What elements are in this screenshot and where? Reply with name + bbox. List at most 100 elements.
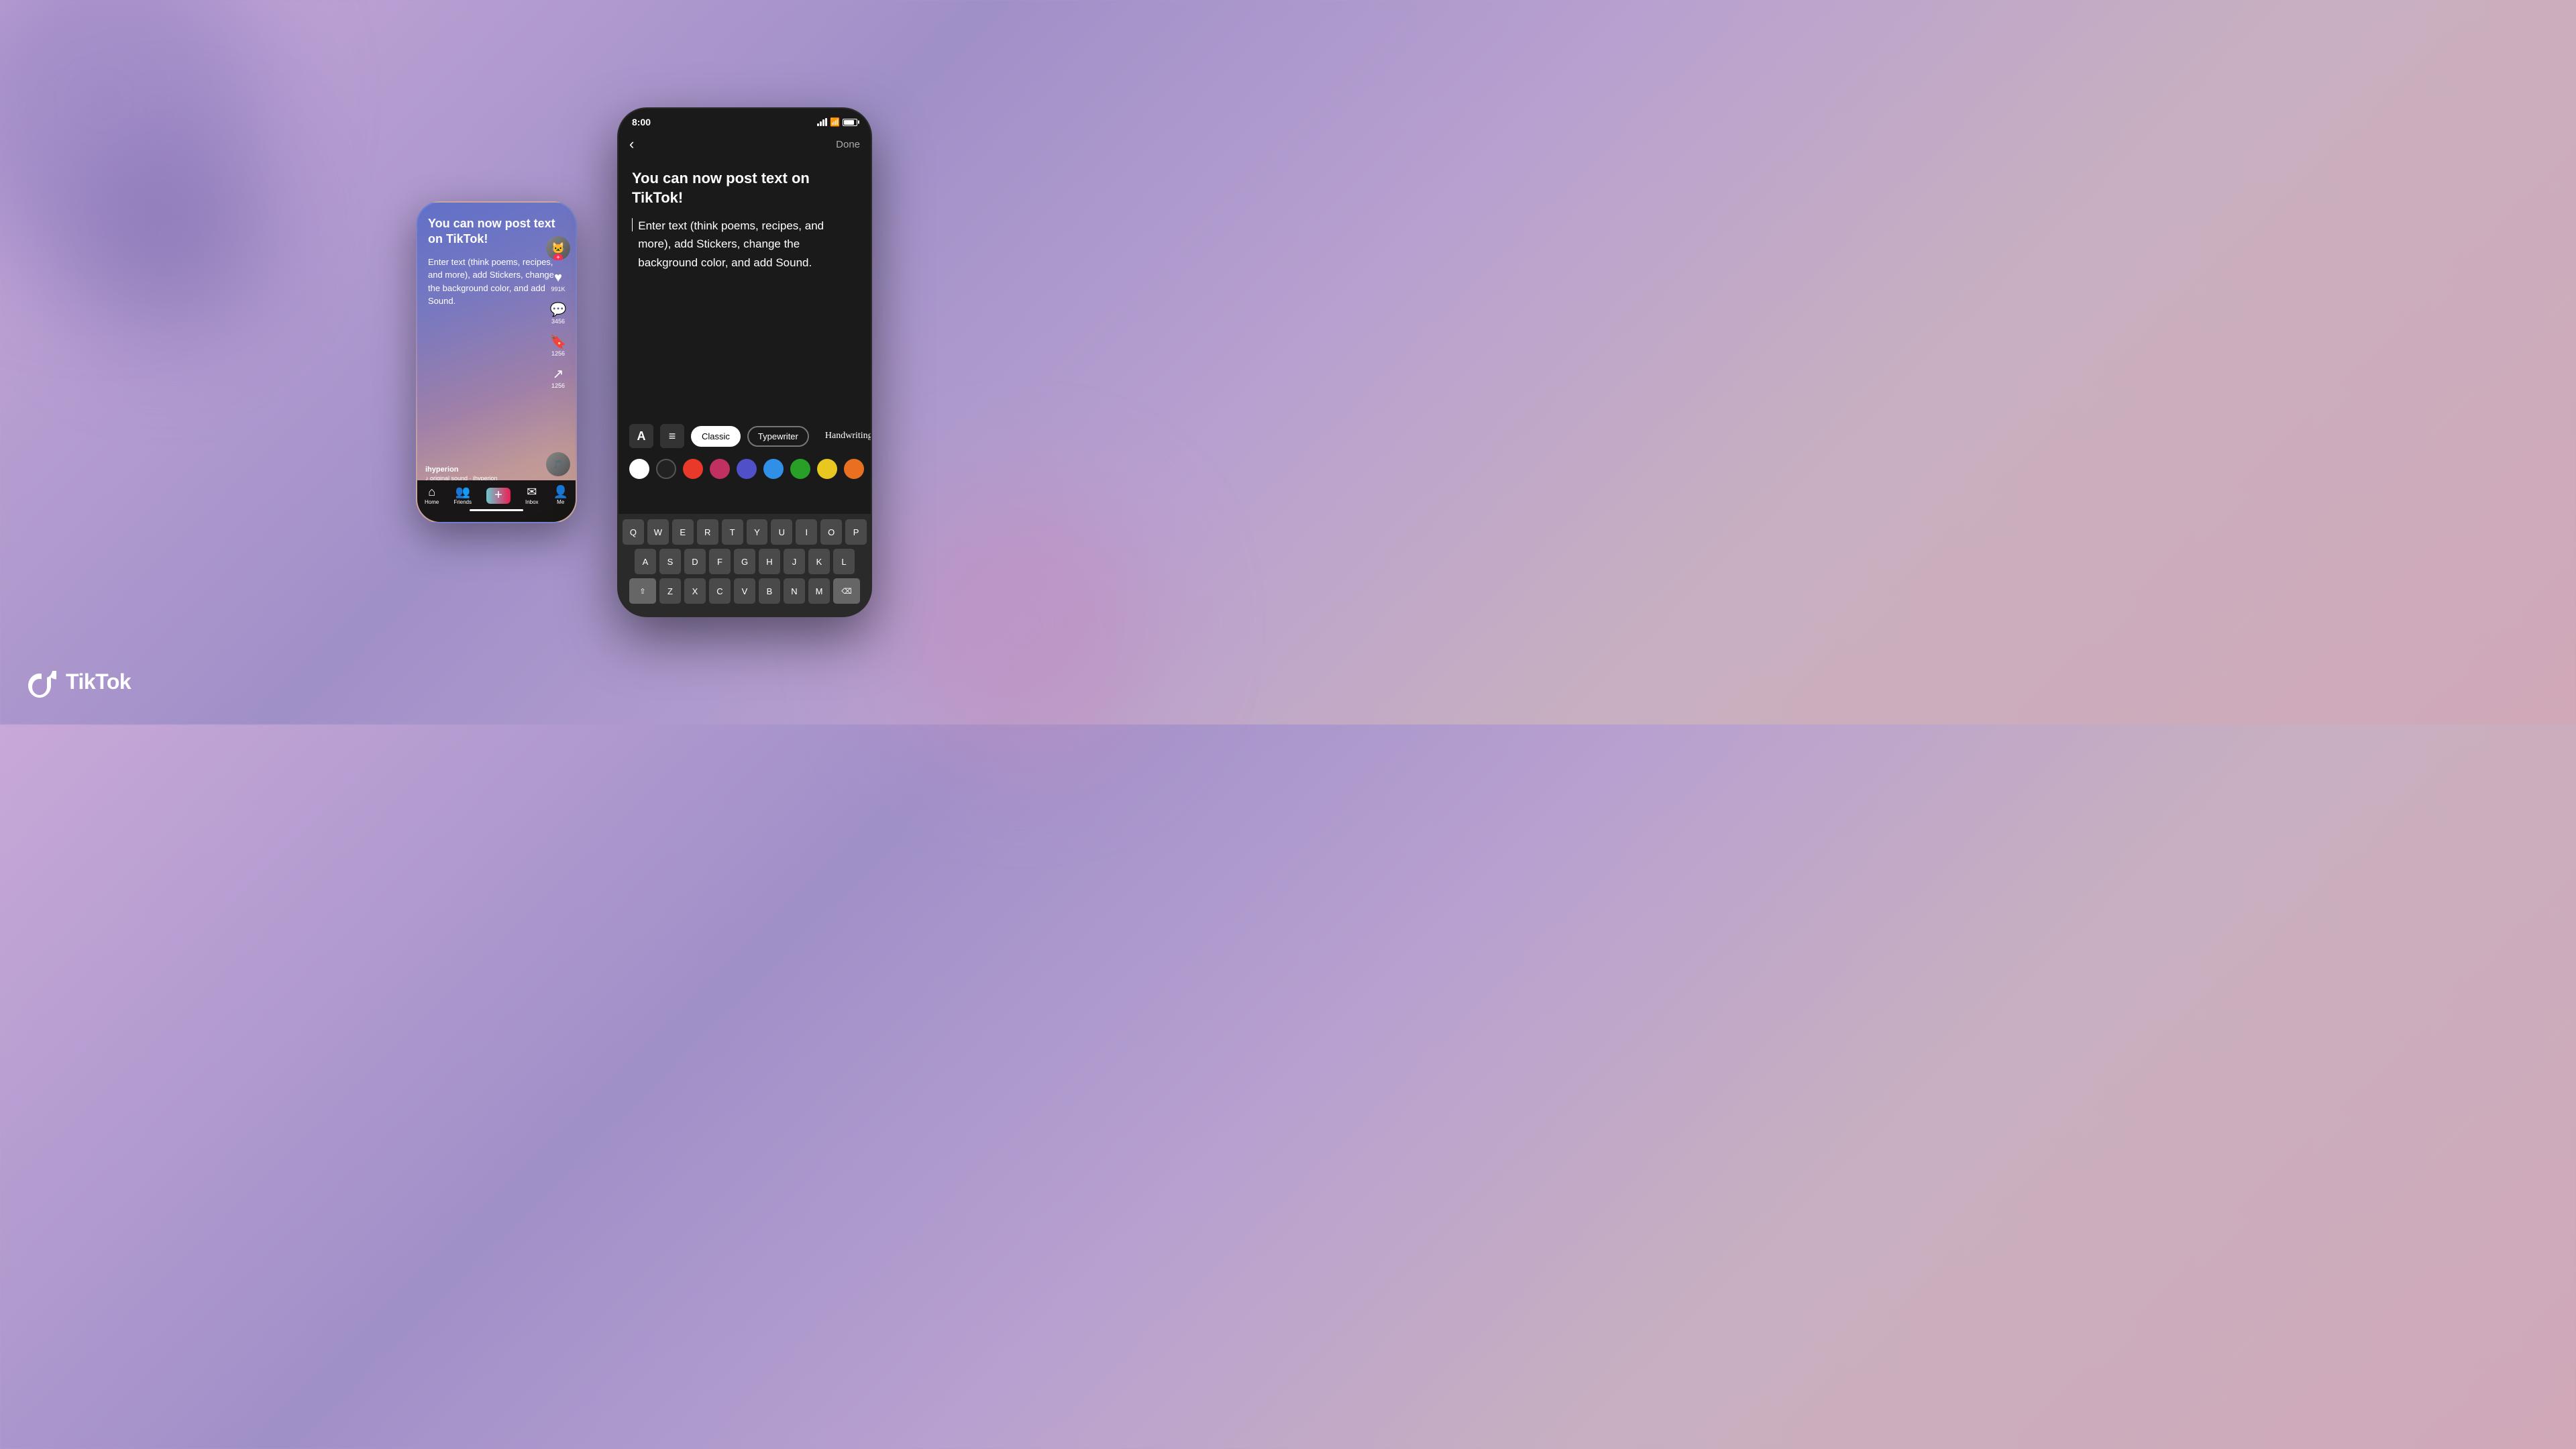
scene: You can now post text on TikTok! Enter t…: [416, 107, 872, 617]
key-h[interactable]: H: [759, 549, 780, 574]
key-m[interactable]: M: [808, 578, 830, 604]
nav-me[interactable]: 👤 Me: [553, 486, 568, 505]
signal-bar-2: [820, 121, 822, 126]
cursor-line: Enter text (think poems, recipes, and mo…: [632, 217, 857, 272]
key-b[interactable]: B: [759, 578, 780, 604]
signal-bar-3: [822, 119, 824, 126]
font-handwriting-label: Handwriting: [825, 431, 871, 441]
content-title: You can now post text on TikTok!: [632, 169, 857, 207]
color-pink[interactable]: [710, 459, 730, 479]
key-n[interactable]: N: [784, 578, 805, 604]
me-icon: 👤: [553, 486, 568, 498]
nav-home[interactable]: ⌂ Home: [425, 486, 439, 505]
font-a-icon: A: [637, 429, 646, 443]
signal-bar-4: [825, 118, 827, 126]
key-w[interactable]: W: [647, 519, 669, 545]
key-l[interactable]: L: [833, 549, 855, 574]
status-bar: 8:00 📶: [619, 109, 871, 133]
tiktok-logo-text: TikTok: [66, 669, 131, 694]
keyboard-row-3: ⇧ Z X C V B N M ⌫: [623, 578, 867, 604]
battery-fill: [844, 120, 854, 125]
heart-icon: ♥: [554, 271, 562, 284]
keyboard-row-1: Q W E R T Y U I O P: [623, 519, 867, 545]
key-i[interactable]: I: [796, 519, 817, 545]
color-orange[interactable]: [844, 459, 864, 479]
color-yellow[interactable]: [817, 459, 837, 479]
plus-icon: +: [494, 488, 502, 503]
create-button[interactable]: +: [486, 488, 511, 504]
done-button[interactable]: Done: [836, 139, 860, 150]
nav-friends[interactable]: 👥 Friends: [453, 486, 472, 505]
text-cursor: [632, 218, 633, 231]
sound-avatar: 🎵: [546, 452, 570, 476]
font-classic-label: Classic: [702, 431, 730, 441]
signal-icon: [817, 118, 827, 126]
share-button[interactable]: ↗ 1256: [551, 368, 565, 389]
phone-right: 8:00 📶 ‹ Done You can now post text: [617, 107, 872, 617]
key-u[interactable]: U: [771, 519, 792, 545]
key-s[interactable]: S: [659, 549, 681, 574]
phone-bottom-nav: ⌂ Home 👥 Friends + ✉ Inbox 👤 Me: [417, 480, 576, 522]
key-z[interactable]: Z: [659, 578, 681, 604]
key-j[interactable]: J: [784, 549, 805, 574]
content-body: Enter text (think poems, recipes, and mo…: [638, 217, 857, 272]
bottom-nav: ⌂ Home 👥 Friends + ✉ Inbox 👤 Me: [417, 486, 576, 505]
key-x[interactable]: X: [684, 578, 706, 604]
keyboard: Q W E R T Y U I O P A S D F G H J K L: [619, 514, 871, 616]
key-d[interactable]: D: [684, 549, 706, 574]
tiktok-logo-icon: [27, 665, 59, 698]
align-button[interactable]: ≡: [660, 424, 684, 448]
font-typewriter-label: Typewriter: [758, 431, 798, 441]
key-shift[interactable]: ⇧: [629, 578, 656, 604]
bookmark-button[interactable]: 🔖 1256: [550, 335, 567, 357]
phone-right-content: You can now post text on TikTok! Enter t…: [619, 158, 871, 282]
creator-avatar[interactable]: 🐱: [546, 236, 570, 260]
friends-icon: 👥: [455, 486, 470, 498]
nav-inbox[interactable]: ✉ Inbox: [525, 486, 539, 505]
key-e[interactable]: E: [672, 519, 694, 545]
key-y[interactable]: Y: [747, 519, 768, 545]
color-picker: [619, 453, 871, 484]
key-o[interactable]: O: [820, 519, 842, 545]
color-white[interactable]: [629, 459, 649, 479]
home-indicator: [470, 509, 523, 511]
key-g[interactable]: G: [734, 549, 755, 574]
font-style-button[interactable]: A: [629, 424, 653, 448]
phone-left-title: You can now post text on TikTok!: [428, 216, 565, 248]
color-blue[interactable]: [763, 459, 784, 479]
font-classic-button[interactable]: Classic: [691, 426, 741, 447]
status-time: 8:00: [632, 117, 651, 127]
battery-icon: [843, 119, 857, 126]
back-button[interactable]: ‹: [629, 136, 634, 153]
like-button[interactable]: ♥ 991K: [551, 271, 565, 292]
username: ihyperion: [425, 466, 542, 474]
font-handwriting-button[interactable]: Handwriting: [816, 427, 871, 445]
key-p[interactable]: P: [845, 519, 867, 545]
status-icons: 📶: [817, 117, 857, 127]
color-black[interactable]: [656, 459, 676, 479]
user-info: ihyperion ♪ original sound · ihyperion: [425, 466, 542, 482]
key-c[interactable]: C: [709, 578, 731, 604]
phone-right-header: ‹ Done: [619, 133, 871, 158]
color-purple[interactable]: [737, 459, 757, 479]
text-toolbar: A ≡ Classic Typewriter Handwriting: [619, 417, 871, 455]
tiktok-logo: TikTok: [27, 665, 131, 698]
color-red[interactable]: [683, 459, 703, 479]
comment-button[interactable]: 💬 3456: [550, 303, 567, 325]
comment-icon: 💬: [550, 303, 567, 317]
key-q[interactable]: Q: [623, 519, 644, 545]
color-green[interactable]: [790, 459, 810, 479]
share-icon: ↗: [553, 368, 564, 381]
key-v[interactable]: V: [734, 578, 755, 604]
key-a[interactable]: A: [635, 549, 656, 574]
key-backspace[interactable]: ⌫: [833, 578, 860, 604]
home-icon: ⌂: [428, 486, 435, 498]
key-k[interactable]: K: [808, 549, 830, 574]
wifi-icon: 📶: [830, 117, 840, 127]
bookmark-icon: 🔖: [550, 335, 567, 349]
side-actions: 🐱 ♥ 991K 💬 3456 🔖 1256 ↗ 1256: [546, 236, 570, 389]
key-f[interactable]: F: [709, 549, 731, 574]
key-t[interactable]: T: [722, 519, 743, 545]
font-typewriter-button[interactable]: Typewriter: [747, 426, 809, 447]
key-r[interactable]: R: [697, 519, 718, 545]
